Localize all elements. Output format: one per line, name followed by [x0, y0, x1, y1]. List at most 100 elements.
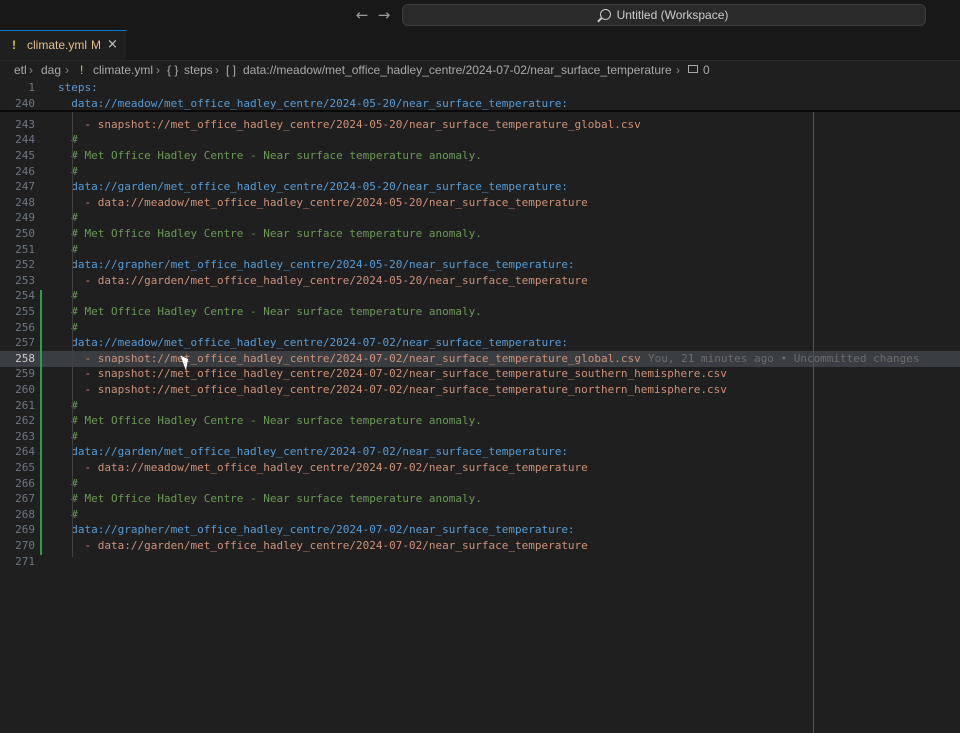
line-number: 255 — [15, 305, 35, 318]
code-text: data://grapher/met_office_hadley_centre/… — [58, 258, 575, 272]
code-line[interactable]: 240 data://meadow/met_office_hadley_cent… — [0, 96, 960, 112]
code-text: # — [58, 429, 78, 443]
code-text: # Met Office Hadley Centre - Near surfac… — [58, 305, 482, 318]
code-line[interactable]: 259 - snapshot://met_office_hadley_centr… — [0, 366, 960, 382]
code-line[interactable]: 267 # Met Office Hadley Centre - Near su… — [0, 491, 960, 507]
line-number: 240 — [15, 96, 35, 110]
code-line[interactable]: 1 steps: — [0, 80, 960, 96]
sticky-scroll-shadow — [0, 110, 960, 112]
tab-label: climate.yml — [27, 38, 88, 52]
code-line[interactable]: 271 — [0, 554, 960, 570]
git-added-gutter — [40, 290, 42, 555]
code-line[interactable]: 257 data://meadow/met_office_hadley_cent… — [0, 335, 960, 351]
code-line[interactable]: 253 - data://garden/met_office_hadley_ce… — [0, 273, 960, 289]
tab-climate-yml[interactable]: ! climate.yml M × — [0, 30, 126, 60]
code-line[interactable]: 260 - snapshot://met_office_hadley_centr… — [0, 382, 960, 398]
code-text: # Met Office Hadley Centre - Near surfac… — [58, 492, 482, 506]
chevron-right-icon: › — [215, 63, 219, 77]
line-number: 263 — [15, 429, 35, 443]
line-number: 268 — [15, 507, 35, 521]
code-text: # Met Office Hadley Centre - Near surfac… — [58, 227, 482, 240]
code-editor[interactable]: 1 steps: 240 data://meadow/met_office_hadl… — [0, 80, 960, 733]
chevron-right-icon: › — [156, 63, 160, 77]
code-text: - data://garden/met_office_hadley_centre… — [58, 273, 588, 287]
title-bar: ← → Untitled (Workspace) — [0, 0, 960, 30]
line-number: 253 — [15, 273, 35, 287]
line-number: 247 — [15, 180, 35, 194]
code-line[interactable]: 249 # — [0, 210, 960, 226]
code-line[interactable]: 262 # Met Office Hadley Centre - Near su… — [0, 413, 960, 429]
line-number: 265 — [15, 461, 35, 474]
code-text: # — [58, 211, 78, 225]
breadcrumb-steps[interactable]: steps — [184, 61, 213, 79]
code-line[interactable]: 247 data://garden/met_office_hadley_cent… — [0, 179, 960, 195]
list-item-icon — [688, 65, 698, 73]
code-line[interactable]: 248 - data://meadow/met_office_hadley_ce… — [0, 195, 960, 211]
code-line[interactable]: 252 data://grapher/met_office_hadley_cen… — [0, 257, 960, 273]
line-number: 271 — [15, 554, 35, 568]
code-text: # — [58, 476, 78, 490]
code-text: - data://meadow/met_office_hadley_centre… — [58, 195, 588, 209]
code-text: # — [58, 242, 78, 256]
code-line[interactable]: 258 - snapshot://met_office_hadley_centr… — [0, 351, 960, 367]
modified-indicator: M — [91, 38, 101, 52]
code-text: # Met Office Hadley Centre - Near surfac… — [58, 149, 482, 162]
code-line[interactable]: 244 # — [0, 132, 960, 148]
workspace-title: Untitled (Workspace) — [616, 8, 729, 22]
code-line[interactable]: 263 # — [0, 429, 960, 445]
code-text: # — [58, 398, 78, 412]
code-line[interactable]: 245 # Met Office Hadley Centre - Near su… — [0, 148, 960, 164]
chevron-right-icon: › — [29, 63, 33, 77]
code-line[interactable]: 261 # — [0, 398, 960, 414]
breadcrumb-index[interactable]: 0 — [703, 61, 710, 79]
breadcrumb-dag[interactable]: dag — [41, 61, 61, 79]
code-text: - data://meadow/met_office_hadley_centre… — [58, 461, 588, 474]
line-number: 262 — [15, 414, 35, 428]
breadcrumb-etl[interactable]: etl — [14, 61, 27, 79]
code-text: data://meadow/met_office_hadley_centre/2… — [58, 96, 568, 110]
code-line[interactable]: 264 data://garden/met_office_hadley_cent… — [0, 444, 960, 460]
code-line[interactable]: 268 # — [0, 507, 960, 523]
code-text: # — [58, 164, 78, 178]
code-line[interactable]: 250 # Met Office Hadley Centre - Near su… — [0, 226, 960, 242]
command-center-search[interactable]: Untitled (Workspace) — [402, 4, 926, 26]
breadcrumb-climate-yml[interactable]: climate.yml — [93, 61, 153, 79]
code-line[interactable]: 270 - data://garden/met_office_hadley_ce… — [0, 538, 960, 554]
line-number: 261 — [15, 398, 35, 412]
code-line[interactable]: 265 - data://meadow/met_office_hadley_ce… — [0, 460, 960, 476]
code-text: steps: — [58, 81, 98, 94]
code-text: data://grapher/met_office_hadley_centre/… — [58, 523, 575, 537]
code-text: - snapshot://met_office_hadley_centre/20… — [58, 367, 727, 381]
line-number: 260 — [15, 383, 35, 396]
code-line[interactable]: 251 # — [0, 242, 960, 258]
line-number: 249 — [15, 211, 35, 225]
line-number: 270 — [15, 539, 35, 552]
code-text: - snapshot://met_office_hadley_centre/20… — [58, 117, 641, 131]
code-line[interactable]: 255 # Met Office Hadley Centre - Near su… — [0, 304, 960, 320]
line-number: 259 — [15, 367, 35, 381]
line-number: 244 — [15, 133, 35, 147]
code-line[interactable]: 269 data://grapher/met_office_hadley_cen… — [0, 522, 960, 538]
close-icon[interactable]: × — [107, 31, 118, 59]
chevron-right-icon: › — [65, 63, 69, 77]
code-line[interactable]: 246 # — [0, 164, 960, 180]
array-icon: [ ] — [226, 63, 237, 77]
code-text: data://garden/met_office_hadley_centre/2… — [58, 180, 568, 194]
line-number: 266 — [15, 476, 35, 490]
forward-arrow-icon[interactable]: → — [374, 5, 394, 25]
code-line[interactable]: 243 - snapshot://met_office_hadley_centr… — [0, 117, 960, 133]
chevron-right-icon: › — [676, 63, 680, 77]
yaml-file-icon: ! — [12, 38, 16, 52]
breadcrumb: etl › dag › ! climate.yml › { } steps › … — [0, 61, 960, 79]
line-number: 264 — [15, 445, 35, 459]
code-line[interactable]: 266 # — [0, 476, 960, 492]
code-line[interactable]: 254 # — [0, 288, 960, 304]
breadcrumb-step-key[interactable]: data://meadow/met_office_hadley_centre/2… — [243, 61, 672, 79]
code-text: data://garden/met_office_hadley_centre/2… — [58, 445, 568, 459]
back-arrow-icon[interactable]: ← — [352, 5, 372, 25]
line-number: 248 — [15, 195, 35, 209]
minimap-divider — [813, 112, 814, 733]
line-number: 254 — [15, 289, 35, 303]
code-line[interactable]: 256 # — [0, 320, 960, 336]
code-text: data://meadow/met_office_hadley_centre/2… — [58, 336, 568, 350]
